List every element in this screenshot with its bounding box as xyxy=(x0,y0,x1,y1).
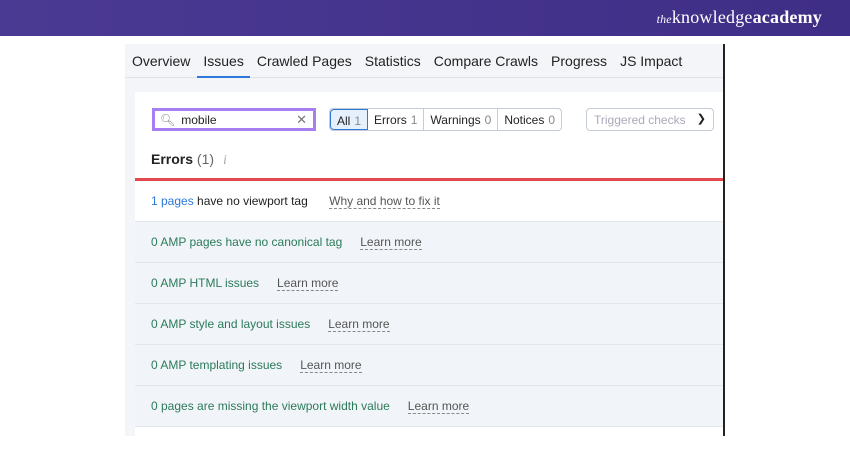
tab-overview[interactable]: Overview xyxy=(126,44,196,78)
knowledge-academy-logo: theknowledgeacademy xyxy=(657,7,822,28)
tab-compare-crawls[interactable]: Compare Crawls xyxy=(428,44,544,78)
issue-row: 0 AMP templating issues Learn more xyxy=(135,345,723,386)
errors-count: (1) xyxy=(196,151,215,167)
issue-row: 0 AMP style and layout issues Learn more xyxy=(135,304,723,345)
filter-count: 1 xyxy=(354,114,362,128)
learn-more-link[interactable]: Learn more xyxy=(328,317,390,332)
issue-text: 0 pages are missing the viewport width v… xyxy=(151,399,390,413)
tab-js-impact[interactable]: JS Impact xyxy=(614,44,688,78)
tab-crawled-pages[interactable]: Crawled Pages xyxy=(251,44,358,78)
learn-more-link[interactable]: Learn more xyxy=(300,358,362,373)
logo-suffix: academy xyxy=(752,7,822,27)
issue-row: 0 pages are missing the viewport width v… xyxy=(135,386,723,427)
filter-label: Errors xyxy=(374,113,407,127)
site-audit-screenshot: Overview Issues Crawled Pages Statistics… xyxy=(125,44,725,436)
errors-title: Errors xyxy=(151,151,194,167)
tab-issues[interactable]: Issues xyxy=(197,44,250,78)
filter-notices[interactable]: Notices 0 xyxy=(498,109,561,130)
issue-text: 0 AMP templating issues xyxy=(151,358,283,372)
logo-prefix: the xyxy=(656,12,672,26)
filter-count: 1 xyxy=(410,113,418,127)
triggered-checks-placeholder: Triggered checks xyxy=(594,113,686,127)
search-input[interactable]: 🔍︎ mobile ✕ xyxy=(152,108,316,131)
filter-count: 0 xyxy=(484,113,492,127)
chevron-down-icon: ❯ xyxy=(696,113,706,125)
severity-filter: All 1 Errors 1 Warnings 0 Notices 0 xyxy=(329,108,563,131)
clear-icon[interactable]: ✕ xyxy=(296,112,307,128)
filter-all[interactable]: All 1 xyxy=(330,109,369,130)
tab-progress[interactable]: Progress xyxy=(545,44,613,78)
logo-main: knowledge xyxy=(671,7,753,27)
tab-bar: Overview Issues Crawled Pages Statistics… xyxy=(125,44,723,78)
brand-banner: theknowledgeacademy xyxy=(0,0,850,36)
search-value: mobile xyxy=(181,112,217,127)
learn-more-link[interactable]: Learn more xyxy=(407,399,470,414)
triggered-checks-dropdown[interactable]: Triggered checks ❯ xyxy=(586,108,714,131)
filter-label: Warnings xyxy=(430,113,481,127)
issue-row: 0 AMP HTML issues Learn more xyxy=(135,263,723,304)
filter-count: 0 xyxy=(548,113,556,127)
issue-row: 0 AMP pages have no canonical tag Learn m… xyxy=(135,222,723,263)
issues-card: 🔍︎ mobile ✕ All 1 Errors 1 Warnings 0 Notic… xyxy=(135,92,723,436)
filter-warnings[interactable]: Warnings 0 xyxy=(424,109,499,130)
issue-row: 1 pages have no viewport tag Why and how… xyxy=(135,181,723,222)
why-how-fix-link[interactable]: Why and how to fix it xyxy=(329,194,440,209)
filter-label: All xyxy=(337,114,351,128)
issue-text: 0 AMP pages have no canonical tag xyxy=(151,235,343,249)
learn-more-link[interactable]: Learn more xyxy=(277,276,339,291)
issue-text: 0 AMP style and layout issues xyxy=(151,317,311,331)
filter-label: Notices xyxy=(504,113,545,127)
issue-text: have no viewport tag xyxy=(193,194,308,208)
filter-errors[interactable]: Errors 1 xyxy=(368,109,425,130)
learn-more-link[interactable]: Learn more xyxy=(360,235,422,250)
tab-statistics[interactable]: Statistics xyxy=(359,44,427,78)
issue-text: 0 AMP HTML issues xyxy=(151,276,260,290)
pages-link[interactable]: 1 pages xyxy=(151,194,194,208)
info-icon[interactable]: i xyxy=(223,153,227,168)
errors-heading: Errors (1) i xyxy=(151,151,227,169)
search-icon: 🔍︎ xyxy=(160,112,176,127)
